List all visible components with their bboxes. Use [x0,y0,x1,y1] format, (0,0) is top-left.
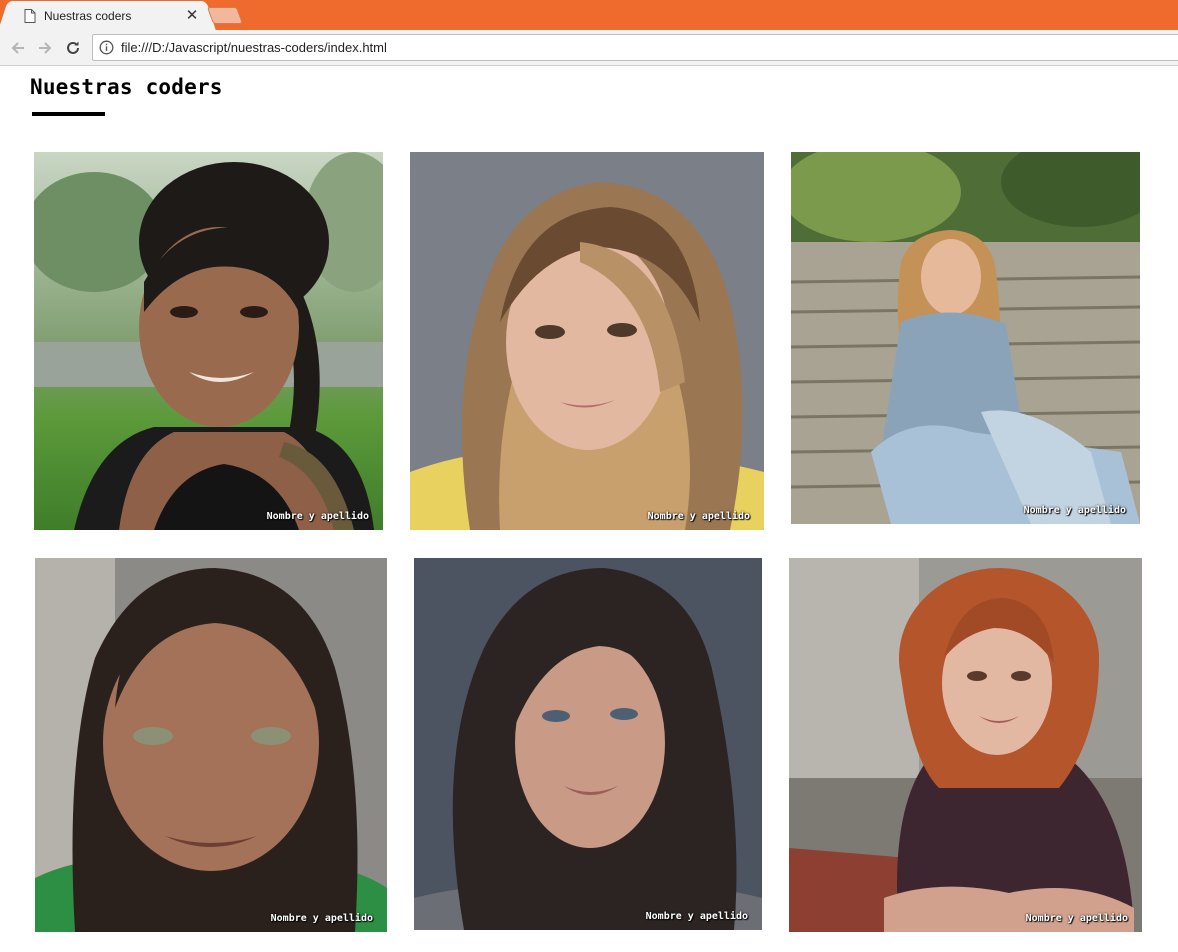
page-title: Nuestras coders [30,75,223,99]
coder-card[interactable]: Nombre y apellido [789,558,1142,932]
portrait-photo-icon [789,558,1142,932]
portrait-photo-icon [35,558,387,932]
tab-title: Nuestras coders [44,8,132,23]
coder-card[interactable]: Nombre y apellido [34,152,383,530]
title-underline [32,112,105,116]
address-bar[interactable]: file:///D:/Javascript/nuestras-coders/in… [92,34,1178,61]
reload-icon[interactable] [63,38,83,58]
forward-arrow-icon[interactable] [35,38,55,58]
portrait-photo-icon [414,558,762,930]
page-icon [24,8,36,23]
coder-name: Nombre y apellido [645,911,748,922]
coder-name: Nombre y apellido [270,913,373,924]
portrait-photo-icon [34,152,383,530]
coder-card[interactable]: Nombre y apellido [791,152,1140,524]
coder-name: Nombre y apellido [266,511,369,522]
page-content: Nuestras coders Nombre y apellido Nombre… [0,67,1178,952]
coder-card[interactable]: Nombre y apellido [414,558,762,930]
coder-card[interactable]: Nombre y apellido [410,152,764,530]
browser-toolbar: file:///D:/Javascript/nuestras-coders/in… [0,30,1178,66]
new-tab-button[interactable] [206,7,244,24]
browser-tab[interactable]: Nuestras coders ✕ [8,1,206,30]
tab-strip: Nuestras coders ✕ [0,0,1178,30]
close-icon[interactable]: ✕ [184,8,200,24]
portrait-photo-icon [410,152,764,530]
url-text: file:///D:/Javascript/nuestras-coders/in… [121,40,387,55]
coder-name: Nombre y apellido [647,511,750,522]
coder-name: Nombre y apellido [1023,505,1126,516]
info-icon[interactable] [99,40,114,55]
coder-name: Nombre y apellido [1025,913,1128,924]
portrait-photo-icon [791,152,1140,524]
coder-card[interactable]: Nombre y apellido [35,558,387,932]
back-arrow-icon[interactable] [8,38,28,58]
